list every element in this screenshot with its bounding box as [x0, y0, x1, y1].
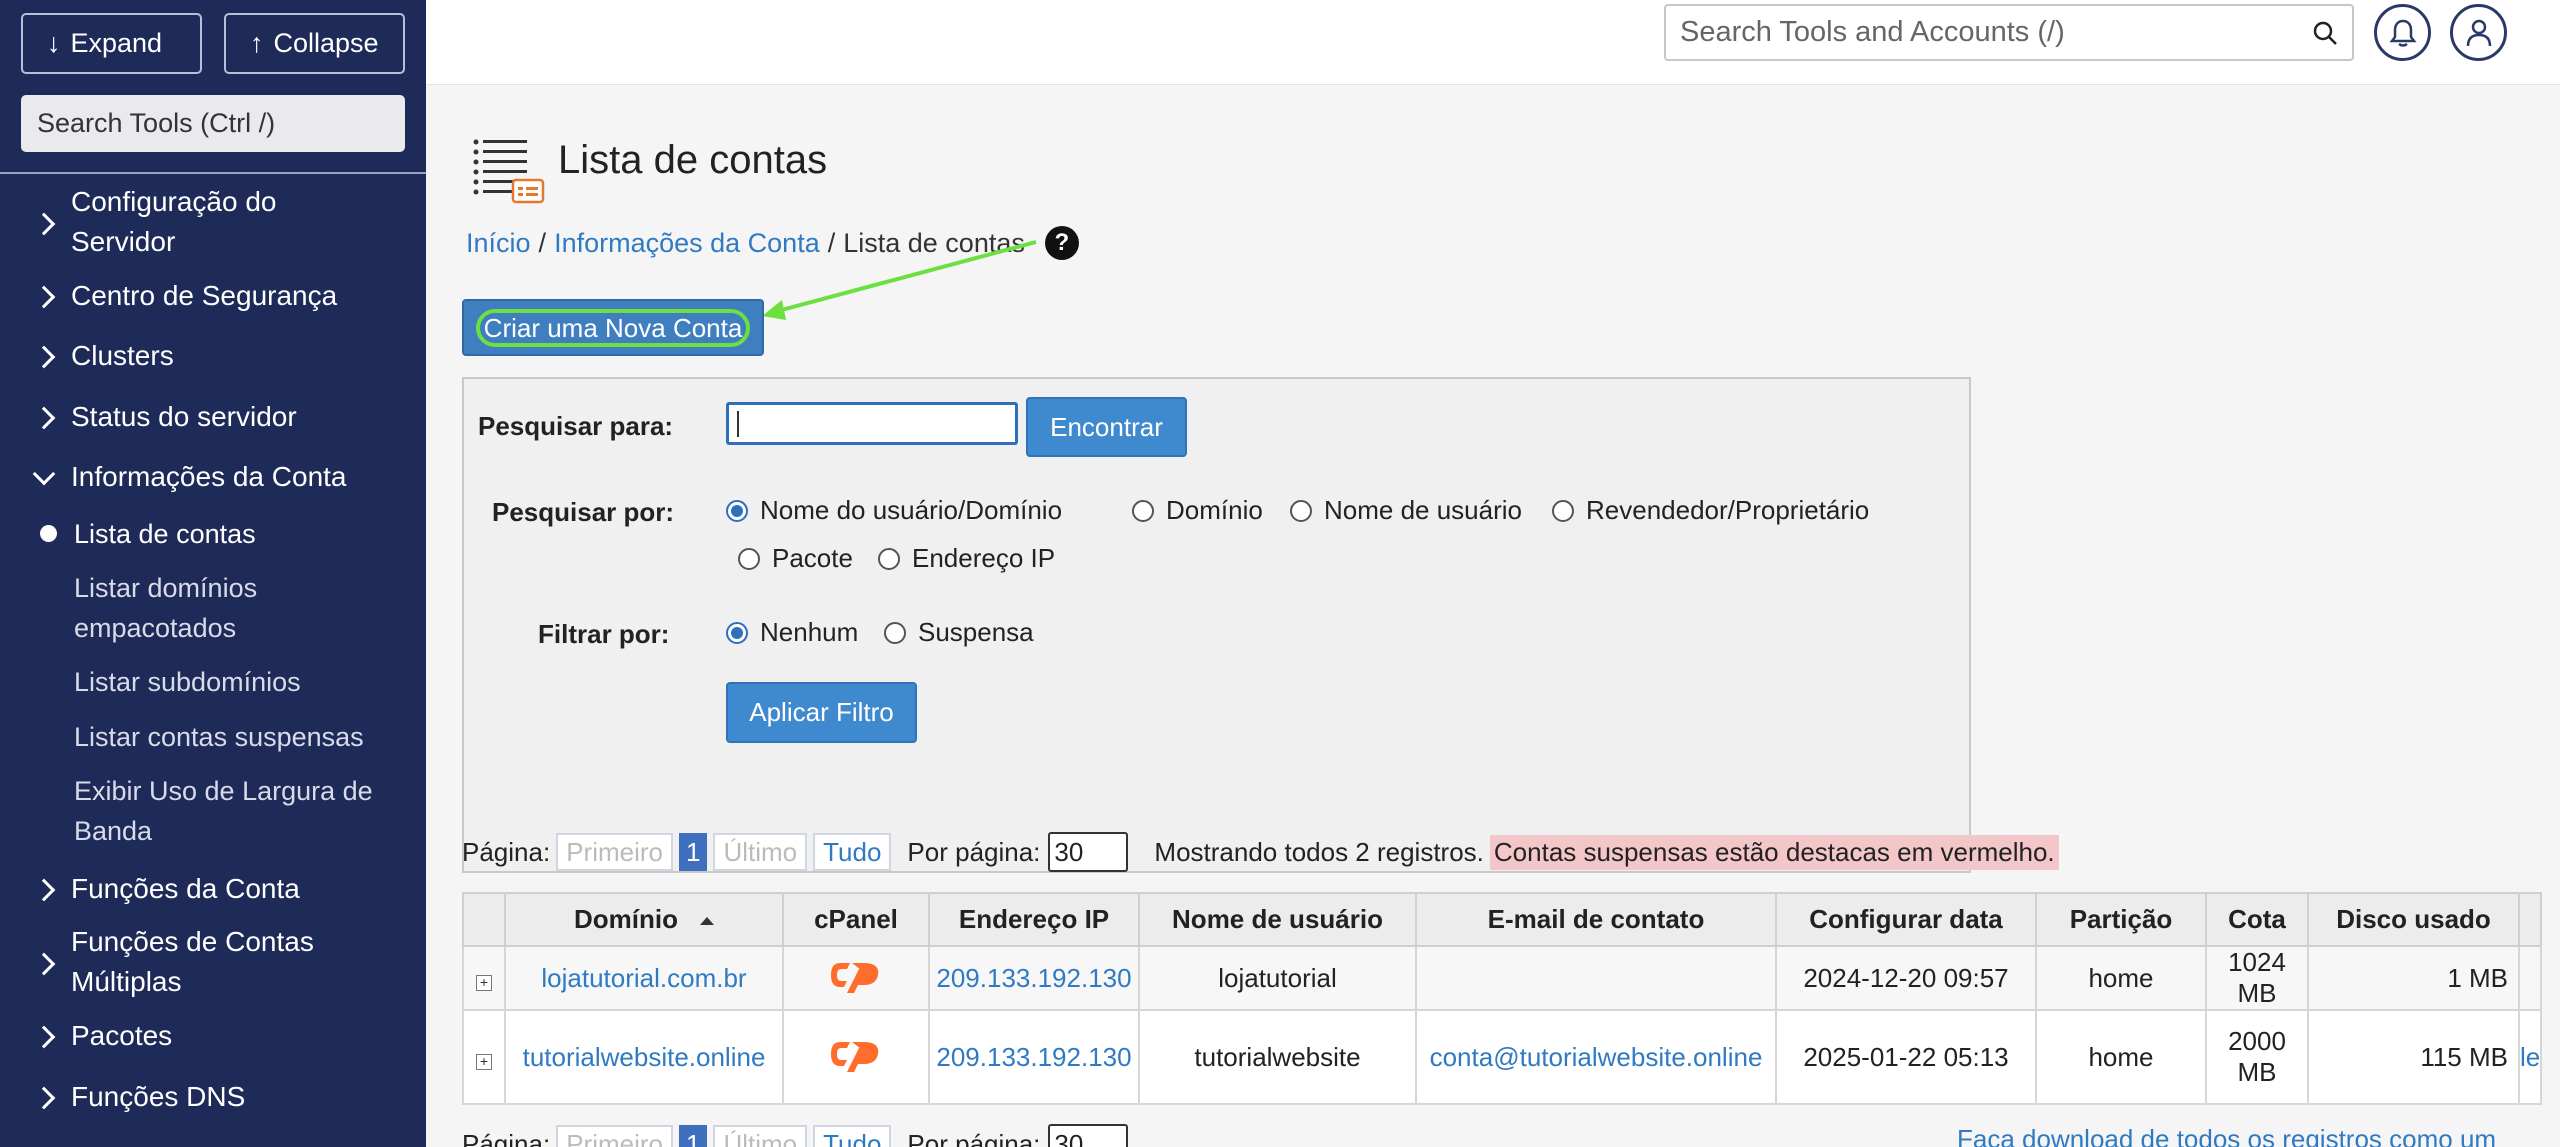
sidebar-subitem-largura-banda[interactable]: Exibir Uso de Largura de Banda: [74, 771, 414, 851]
top-header: Search Tools and Accounts (/): [426, 0, 2560, 85]
accounts-table: Domínio cPanel Endereço IP Nome de usuár…: [462, 892, 2543, 1105]
sidebar-item-funcoes-conta[interactable]: Funções da Conta: [0, 869, 426, 909]
arrow-down-icon: ↓: [47, 28, 61, 58]
col-username[interactable]: Nome de usuário: [1138, 892, 1417, 947]
per-page-input[interactable]: 30: [1048, 832, 1129, 872]
sidebar-item-informacoes-conta[interactable]: Informações da Conta: [0, 457, 426, 497]
pager-last[interactable]: Último: [713, 833, 808, 871]
sidebar-subitem-subdominios[interactable]: Listar subdomínios: [74, 662, 414, 702]
chevron-right-icon: [32, 406, 56, 430]
chevron-right-icon: [32, 878, 56, 902]
filter-by-label: Filtrar por:: [538, 619, 670, 649]
sidebar-subitem-lista-contas[interactable]: Lista de contas: [74, 514, 414, 554]
per-page-input[interactable]: 30: [1048, 1124, 1129, 1147]
suspended-notice: Contas suspensas estão destacas em verme…: [1489, 834, 2059, 870]
notifications-button[interactable]: [2374, 4, 2431, 61]
radio-filter-suspended[interactable]: Suspensa: [884, 617, 1034, 648]
col-setup-date[interactable]: Configurar data: [1775, 892, 2037, 947]
radio-username[interactable]: Nome de usuário: [1290, 495, 1522, 526]
radio-ip-address[interactable]: Endereço IP: [878, 543, 1055, 574]
pager-bottom: Página: Primeiro 1 Último Tudo Por págin…: [462, 1124, 1129, 1147]
sidebar-item-funcoes-dns[interactable]: Funções DNS: [0, 1077, 426, 1117]
arrow-up-icon: ↑: [250, 28, 264, 58]
search-icon[interactable]: [2312, 20, 2338, 46]
breadcrumb-inicio[interactable]: Início: [466, 228, 531, 259]
sidebar-item-funcoes-contas-multiplas[interactable]: Funções de Contas Múltiplas: [0, 922, 426, 1002]
email-link[interactable]: conta@tutorialwebsite.online: [1430, 1042, 1763, 1072]
records-count: Mostrando todos 2 registros.: [1154, 836, 1484, 867]
chevron-right-icon: [32, 952, 56, 976]
pager-all[interactable]: Tudo: [813, 833, 892, 871]
pager-first[interactable]: Primeiro: [556, 833, 673, 871]
radio-package[interactable]: Pacote: [738, 543, 853, 574]
sidebar-divider: [0, 172, 426, 174]
sidebar-subitem-dominios-empacotados[interactable]: Listar domínios empacotados: [74, 568, 414, 648]
cpanel-logo-icon[interactable]: [828, 957, 884, 993]
col-disk-used[interactable]: Disco usado: [2307, 892, 2520, 947]
sidebar-item-pacotes[interactable]: Pacotes: [0, 1016, 426, 1056]
domain-link[interactable]: tutorialwebsite.online: [523, 1042, 766, 1072]
col-ip[interactable]: Endereço IP: [928, 892, 1140, 947]
apply-filter-button[interactable]: Aplicar Filtro: [726, 682, 917, 743]
search-input[interactable]: [726, 402, 1018, 445]
sidebar-item-configuracao-servidor[interactable]: Configuração do Servidor: [0, 182, 426, 262]
chevron-right-icon: [32, 285, 56, 309]
radio-filter-none[interactable]: Nenhum: [726, 617, 858, 648]
chevron-right-icon: [32, 1025, 56, 1049]
sidebar-item-status-servidor[interactable]: Status do servidor: [0, 397, 426, 437]
annotation-arrow-icon: [762, 240, 1037, 320]
find-button[interactable]: Encontrar: [1026, 397, 1187, 457]
domain-link[interactable]: lojatutorial.com.br: [541, 963, 746, 993]
sidebar-item-clusters[interactable]: Clusters: [0, 336, 426, 376]
sidebar-subitem-contas-suspensas[interactable]: Listar contas suspensas: [74, 717, 414, 757]
list-accounts-icon: [473, 139, 545, 204]
page-title: Lista de contas: [558, 138, 828, 182]
user-menu-button[interactable]: [2450, 4, 2507, 61]
expand-button[interactable]: ↓ Expand: [21, 13, 202, 74]
download-all-link[interactable]: Faça download de todos os registros como…: [1957, 1124, 2560, 1147]
col-email[interactable]: E-mail de contato: [1415, 892, 1777, 947]
ip-link[interactable]: 209.133.192.130: [936, 1042, 1131, 1072]
col-domain[interactable]: Domínio: [504, 892, 784, 947]
cpanel-logo-icon[interactable]: [828, 1036, 884, 1072]
pager-last[interactable]: Último: [713, 1125, 808, 1147]
radio-domain[interactable]: Domínio: [1132, 495, 1263, 526]
create-account-button[interactable]: Criar uma Nova Conta: [462, 299, 764, 356]
sort-asc-icon: [700, 917, 714, 926]
radio-username-domain[interactable]: Nome do usuário/Domínio: [726, 495, 1062, 526]
table-row: + lojatutorial.com.br 209.133.192.130 lo…: [462, 945, 2543, 1011]
ip-link[interactable]: 209.133.192.130: [936, 963, 1131, 993]
pager-all[interactable]: Tudo: [813, 1125, 892, 1147]
pager-current[interactable]: 1: [678, 833, 708, 871]
search-by-label: Pesquisar por:: [492, 497, 675, 527]
col-partition[interactable]: Partição: [2035, 892, 2207, 947]
sidebar-search-input[interactable]: Search Tools (Ctrl /): [21, 95, 405, 152]
collapse-button[interactable]: ↑ Collapse: [224, 13, 405, 74]
bell-icon: [2389, 19, 2416, 47]
search-for-label: Pesquisar para:: [478, 411, 674, 441]
expand-row-icon[interactable]: +: [476, 974, 492, 991]
col-cpanel[interactable]: cPanel: [782, 892, 930, 947]
help-icon[interactable]: ?: [1044, 226, 1079, 260]
header-search-input[interactable]: Search Tools and Accounts (/): [1664, 4, 2354, 61]
chevron-right-icon: [32, 212, 56, 236]
sidebar: ↓ Expand ↑ Collapse Search Tools (Ctrl /…: [0, 0, 426, 1147]
search-panel: Pesquisar para: Encontrar Pesquisar por:…: [462, 377, 1971, 873]
chevron-right-icon: [32, 1086, 56, 1110]
chevron-right-icon: [32, 345, 56, 369]
pager-top: Página: Primeiro 1 Último Tudo Por págin…: [462, 832, 2059, 872]
col-quota[interactable]: Cota: [2205, 892, 2309, 947]
main-content: Lista de contas Início / Informações da …: [426, 86, 2560, 1147]
sidebar-item-centro-seguranca[interactable]: Centro de Segurança: [0, 276, 426, 316]
radio-reseller-owner[interactable]: Revendedor/Proprietário: [1552, 495, 1869, 526]
table-row: + tutorialwebsite.online 209.133.192.130…: [462, 1009, 2543, 1105]
pager-first[interactable]: Primeiro: [556, 1125, 673, 1147]
pager-current[interactable]: 1: [678, 1125, 708, 1147]
active-dot-icon: [40, 525, 57, 542]
expand-row-icon[interactable]: +: [476, 1053, 492, 1070]
chevron-down-icon: [32, 462, 56, 486]
user-icon: [2466, 19, 2491, 46]
